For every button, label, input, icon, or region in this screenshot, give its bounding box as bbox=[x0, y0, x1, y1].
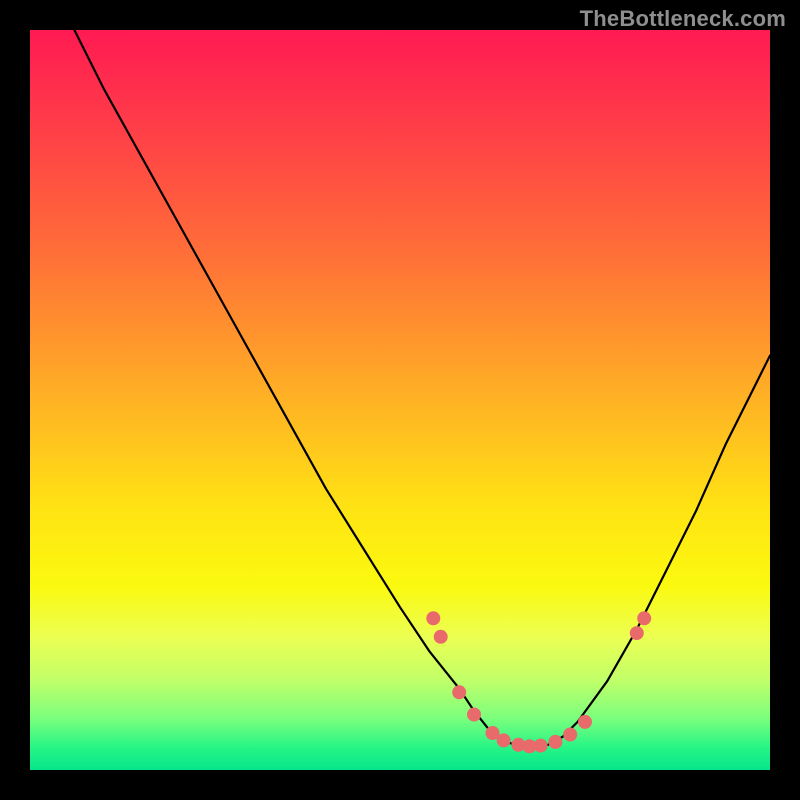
data-marker bbox=[534, 739, 548, 753]
data-marker bbox=[426, 611, 440, 625]
chart-frame: TheBottleneck.com bbox=[0, 0, 800, 800]
watermark-text: TheBottleneck.com bbox=[580, 6, 786, 32]
data-marker bbox=[434, 630, 448, 644]
data-marker bbox=[548, 735, 562, 749]
chart-svg bbox=[30, 30, 770, 770]
data-marker bbox=[637, 611, 651, 625]
data-markers bbox=[426, 611, 651, 753]
data-marker bbox=[630, 626, 644, 640]
data-marker bbox=[467, 708, 481, 722]
data-marker bbox=[578, 715, 592, 729]
data-marker bbox=[452, 685, 466, 699]
curve-line bbox=[74, 30, 770, 748]
data-marker bbox=[563, 728, 577, 742]
plot-area bbox=[30, 30, 770, 770]
data-marker bbox=[497, 733, 511, 747]
